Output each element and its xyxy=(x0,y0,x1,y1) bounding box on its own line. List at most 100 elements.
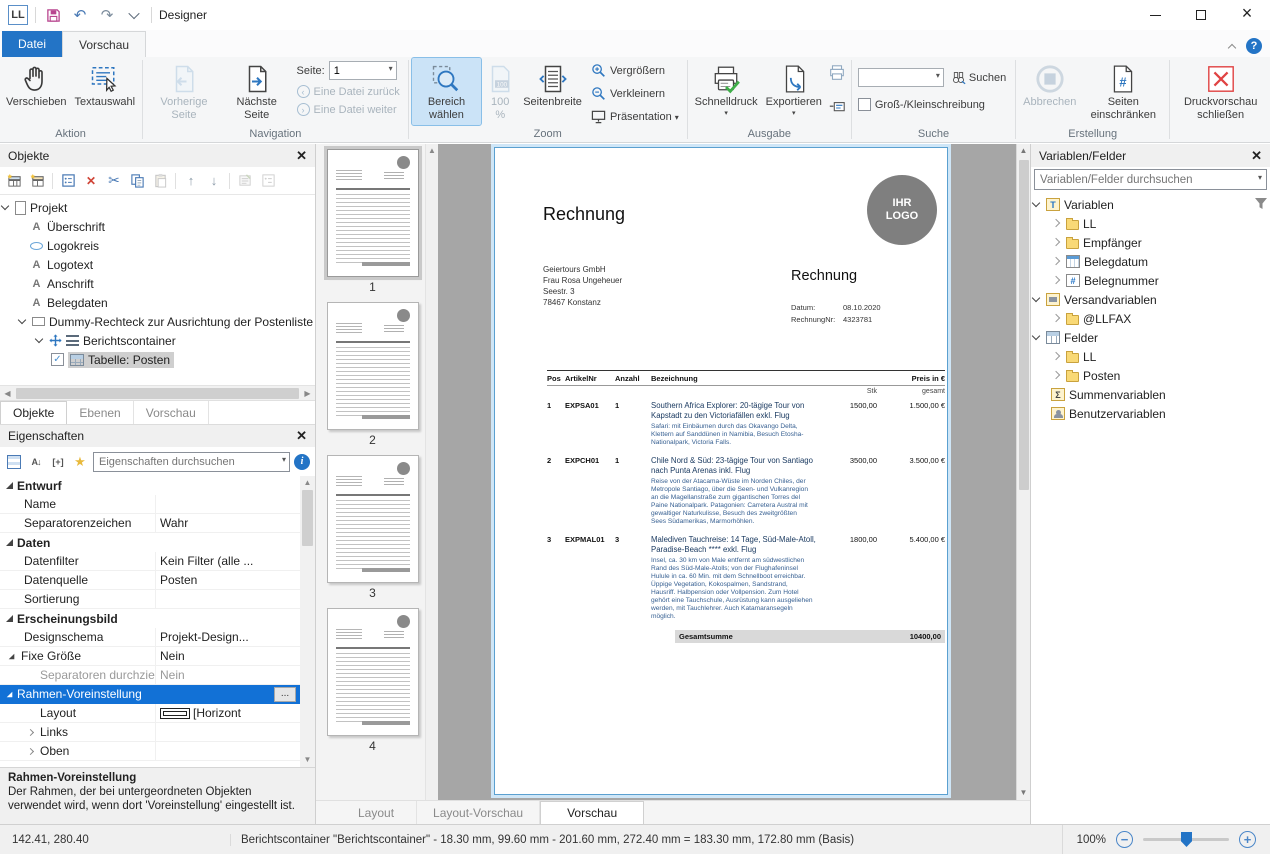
vergroessern-button[interactable]: Vergrößern xyxy=(588,62,682,79)
help-icon[interactable]: ? xyxy=(1246,38,1262,54)
variables-tree-item-llfax[interactable]: @LLFAX xyxy=(1031,309,1270,328)
variables-tree-item-benutzervariablen[interactable]: Benutzervariablen xyxy=(1031,404,1270,423)
move-up-button[interactable] xyxy=(181,171,201,191)
seiten-einschraenken-button[interactable]: # Seiten einschränken xyxy=(1080,58,1166,125)
variables-tree-item-ll[interactable]: LL xyxy=(1031,214,1270,233)
praesentation-button[interactable]: Präsentation xyxy=(588,108,682,125)
undo-button[interactable] xyxy=(70,5,90,25)
zoom-slider[interactable] xyxy=(1143,838,1229,841)
expander-icon[interactable] xyxy=(1051,218,1062,229)
zoom-out-button[interactable]: − xyxy=(1116,831,1133,848)
property-row-oben[interactable]: Oben xyxy=(0,742,300,761)
invoice-page[interactable]: Rechnung IHR LOGO Geiertours GmbH Frau R… xyxy=(494,147,948,795)
objects-tree-item-anschrift[interactable]: A Anschrift xyxy=(0,274,315,293)
thumbnail-image[interactable] xyxy=(327,455,419,583)
property-row-links[interactable]: Links xyxy=(0,723,300,742)
properties-button[interactable] xyxy=(58,171,78,191)
variables-tree-item-summenvariablen[interactable]: Summenvariablen xyxy=(1031,385,1270,404)
tab-layout-vorschau[interactable]: Layout-Vorschau xyxy=(417,801,540,824)
collapse-icon[interactable] xyxy=(6,615,13,622)
objects-tree-item-logotext[interactable]: A Logotext xyxy=(0,255,315,274)
search-input[interactable] xyxy=(858,68,944,87)
expander-icon[interactable] xyxy=(1051,237,1062,248)
expand-all-button[interactable] xyxy=(49,453,67,471)
insert-table-button[interactable] xyxy=(4,171,24,191)
naechste-seite-button[interactable]: Nächste Seite xyxy=(222,58,292,125)
properties-scrollbar[interactable]: ▲ ▼ xyxy=(300,476,315,767)
scroll-up-icon[interactable]: ▲ xyxy=(1020,144,1028,158)
collapse-icon[interactable] xyxy=(9,653,15,659)
variables-tree-item-ll-felder[interactable]: LL xyxy=(1031,347,1270,366)
expander-icon[interactable] xyxy=(34,335,45,346)
close-objects-panel-icon[interactable]: ✕ xyxy=(296,148,307,164)
filter-icon[interactable] xyxy=(1254,197,1268,213)
sort-alphabetical-button[interactable] xyxy=(27,453,45,471)
seitenbreite-button[interactable]: Seitenbreite xyxy=(519,58,586,112)
abbrechen-button[interactable]: Abbrechen xyxy=(1019,58,1080,112)
delete-button[interactable] xyxy=(81,171,101,191)
thumbnail-image[interactable] xyxy=(327,608,419,736)
thumbnail-page-2[interactable]: 2 xyxy=(327,302,419,447)
move-down-button[interactable] xyxy=(204,171,224,191)
save-button[interactable] xyxy=(43,5,63,25)
tab-objekte[interactable]: Objekte xyxy=(0,401,67,424)
objects-tree-item-tabelle-posten[interactable]: Tabelle: Posten xyxy=(0,350,315,369)
quick-access-dropdown-icon[interactable] xyxy=(124,5,144,25)
expand-icon[interactable] xyxy=(27,728,34,735)
objects-tree-item-belegdaten[interactable]: A Belegdaten xyxy=(0,293,315,312)
scrollbar-thumb[interactable] xyxy=(16,388,299,399)
paste-button[interactable] xyxy=(150,171,170,191)
variables-tree-item-variablen[interactable]: Variablen xyxy=(1031,195,1270,214)
expander-icon[interactable] xyxy=(17,316,28,327)
variables-tree-item-empfaenger[interactable]: Empfänger xyxy=(1031,233,1270,252)
cut-button[interactable] xyxy=(104,171,124,191)
report-parameters-button[interactable] xyxy=(828,99,846,120)
expander-icon[interactable] xyxy=(0,202,11,213)
property-row-rahmen-voreinstellung[interactable]: Rahmen-Voreinstellung xyxy=(0,685,300,704)
variables-tree-item-posten[interactable]: Posten xyxy=(1031,366,1270,385)
categorized-view-button[interactable] xyxy=(5,453,23,471)
zoom-slider-handle[interactable] xyxy=(1181,832,1192,847)
verkleinern-button[interactable]: Verkleinern xyxy=(588,85,682,102)
zoom-100-button[interactable]: 100 100 % xyxy=(481,58,519,125)
thumbnail-scrollbar[interactable]: ▲ xyxy=(425,144,438,800)
expand-icon[interactable] xyxy=(27,747,34,754)
objects-horizontal-scrollbar[interactable]: ◀ ▶ xyxy=(0,385,315,400)
thumbnail-image[interactable] xyxy=(327,149,419,277)
exportieren-button[interactable]: Exportieren ▾ xyxy=(762,58,826,119)
close-properties-panel-icon[interactable]: ✕ xyxy=(296,428,307,444)
collapse-ribbon-icon[interactable] xyxy=(1228,42,1236,50)
scroll-right-icon[interactable]: ▶ xyxy=(300,389,315,398)
close-button[interactable] xyxy=(1224,0,1270,30)
favorites-button[interactable] xyxy=(71,453,89,471)
property-row-name[interactable]: Name xyxy=(0,495,300,514)
thumbnail-image[interactable] xyxy=(327,302,419,430)
scrollbar-thumb[interactable] xyxy=(1019,160,1029,490)
objects-tree-item-dummy-rechteck[interactable]: Dummy-Rechteck zur Ausrichtung der Poste… xyxy=(0,312,315,331)
textauswahl-button[interactable]: Textauswahl xyxy=(71,58,140,112)
bereich-waehlen-button[interactable]: Bereich wählen xyxy=(412,58,482,125)
verschieben-button[interactable]: Verschieben xyxy=(2,58,71,112)
visibility-checkbox[interactable] xyxy=(51,353,64,366)
property-row-designschema[interactable]: Designschema Projekt-Design... xyxy=(0,628,300,647)
objects-tree-item-ueberschrift[interactable]: A Überschrift xyxy=(0,217,315,236)
collapse-icon[interactable] xyxy=(6,539,13,546)
properties-search-input[interactable] xyxy=(93,452,290,472)
property-row-datenquelle[interactable]: Datenquelle Posten xyxy=(0,571,300,590)
tab-datei[interactable]: Datei xyxy=(2,31,62,57)
tab-layout[interactable]: Layout xyxy=(336,801,417,824)
tab-vorschau-panel[interactable]: Vorschau xyxy=(134,401,209,424)
expander-icon[interactable] xyxy=(1051,313,1062,324)
scroll-up-icon[interactable]: ▲ xyxy=(304,476,312,490)
ellipsis-button[interactable] xyxy=(274,687,296,702)
variables-tree-item-belegdatum[interactable]: Belegdatum xyxy=(1031,252,1270,271)
scroll-up-icon[interactable]: ▲ xyxy=(428,144,436,158)
tab-vorschau[interactable]: Vorschau xyxy=(62,31,146,57)
expander-icon[interactable] xyxy=(1031,294,1042,305)
expander-icon[interactable] xyxy=(1031,332,1042,343)
assign-layer-button[interactable] xyxy=(235,171,255,191)
druckvorschau-schliessen-button[interactable]: Druckvorschau schließen xyxy=(1173,58,1268,125)
eine-datei-zurueck-button[interactable]: ‹ Eine Datei zurück xyxy=(294,84,403,99)
copy-button[interactable] xyxy=(127,171,147,191)
case-sensitive-row[interactable]: Groß-/Kleinschreibung xyxy=(855,97,988,112)
